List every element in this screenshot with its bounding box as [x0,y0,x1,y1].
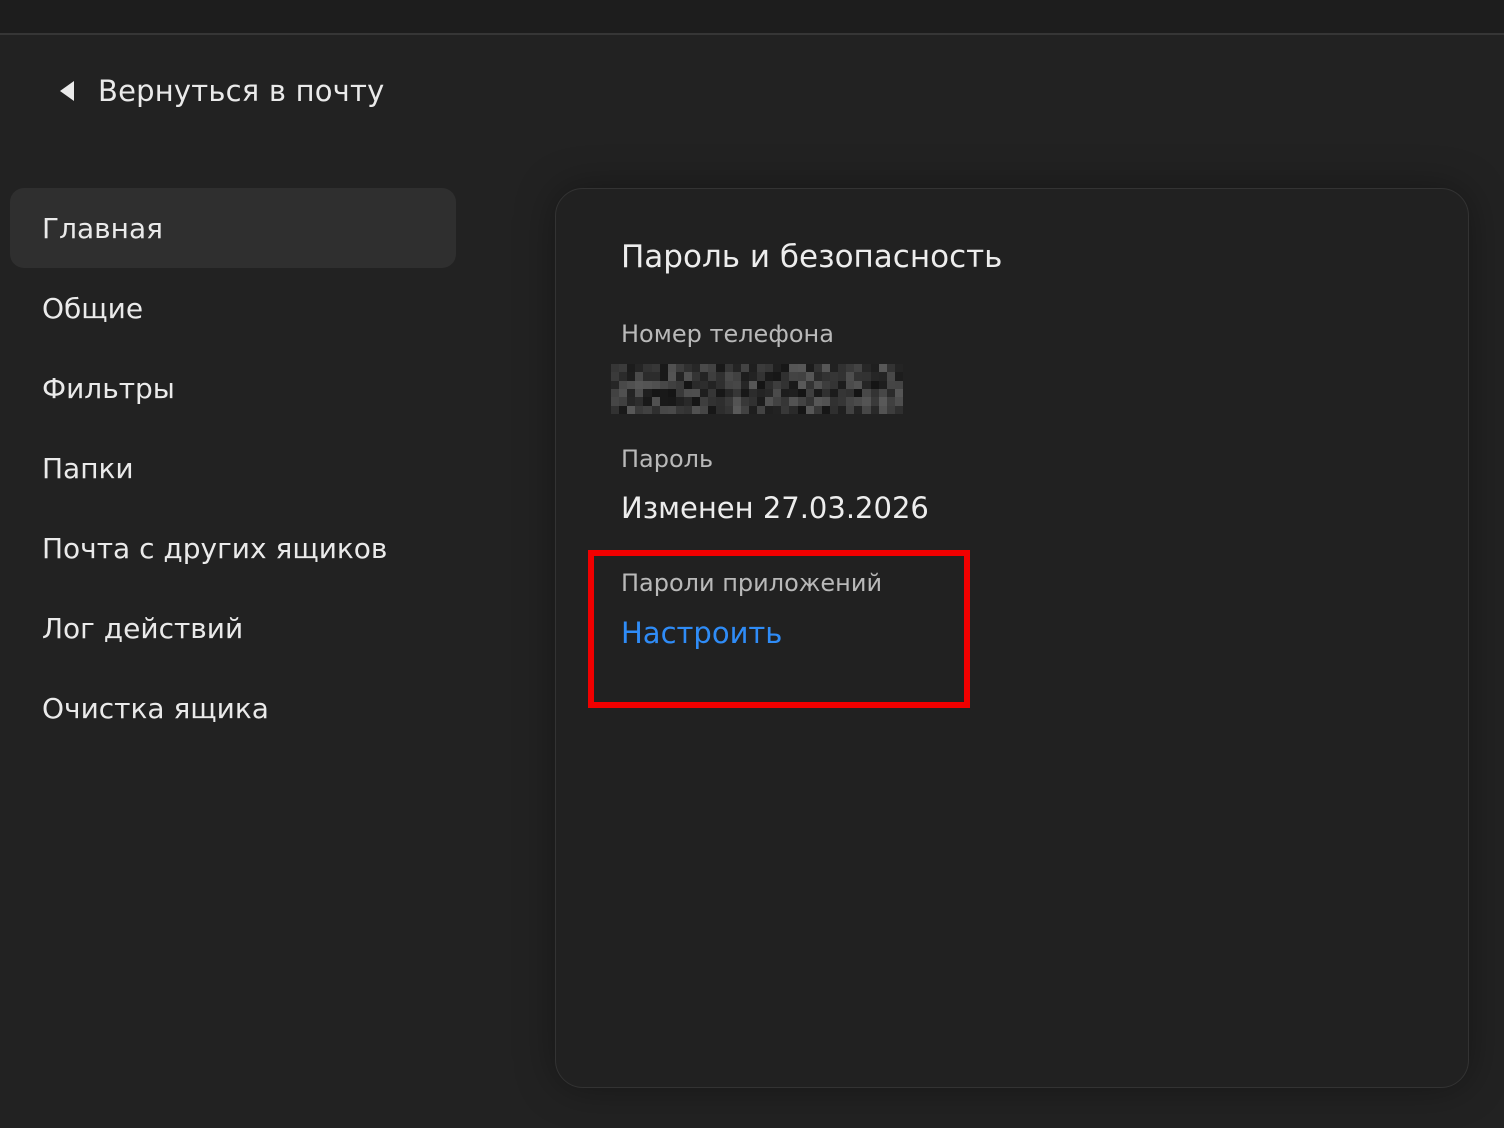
sidebar-item-label: Лог действий [42,611,244,645]
password-label: Пароль [621,445,714,473]
sidebar-item-label: Почта с других ящиков [42,531,388,565]
sidebar-item-general[interactable]: Общие [10,268,456,348]
app-passwords-label: Пароли приложений [621,569,883,597]
sidebar-item-label: Главная [42,211,163,245]
card-title: Пароль и безопасность [621,239,1003,275]
password-changed-value: Изменен 27.03.2026 [621,491,929,525]
phone-label: Номер телефона [621,320,834,348]
sidebar-item-action-log[interactable]: Лог действий [10,588,456,668]
sidebar-item-mail-collector[interactable]: Почта с других ящиков [10,508,456,588]
sidebar-item-label: Фильтры [42,371,175,405]
settings-page: Вернуться в почту Главная Общие Фильтры … [0,0,1504,1128]
sidebar-item-main[interactable]: Главная [10,188,456,268]
configure-app-passwords-link[interactable]: Настроить [621,616,782,650]
security-card: Пароль и безопасность Номер телефона Пар… [555,188,1469,1088]
phone-number-redacted [611,364,903,414]
sidebar-item-label: Очистка ящика [42,691,269,725]
settings-sidebar: Главная Общие Фильтры Папки Почта с друг… [10,188,456,748]
sidebar-item-label: Общие [42,291,144,325]
top-bar [0,0,1504,35]
sidebar-item-mailbox-cleanup[interactable]: Очистка ящика [10,668,456,748]
sidebar-item-filters[interactable]: Фильтры [10,348,456,428]
sidebar-item-folders[interactable]: Папки [10,428,456,508]
sidebar-item-label: Папки [42,451,134,485]
back-to-mail-label: Вернуться в почту [98,74,385,108]
back-to-mail-link[interactable]: Вернуться в почту [54,68,384,114]
arrow-left-icon [54,78,80,104]
